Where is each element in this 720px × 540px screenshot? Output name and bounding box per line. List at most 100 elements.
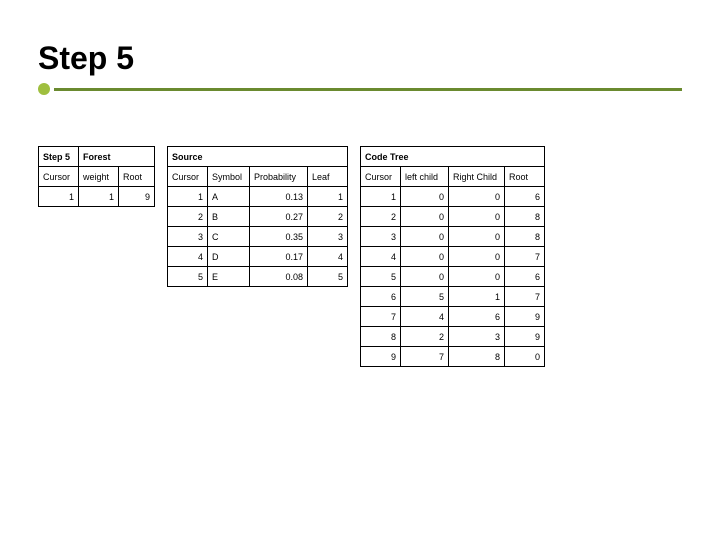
table-row: 7 4 6 9 [361,307,545,327]
table-row: Cursor weight Root [39,167,155,187]
table-row: Step 5 Forest [39,147,155,167]
code-cell: 1 [361,187,401,207]
code-cell: 8 [449,347,505,367]
title-underline [38,83,682,95]
bullet-dot-icon [38,83,50,95]
code-tree-table: Code Tree Cursor left child Right Child … [360,146,545,367]
code-cell: 8 [505,207,545,227]
table-row: 2 B 0.27 2 [168,207,348,227]
code-col-cursor: Cursor [361,167,401,187]
source-cell: 4 [168,247,208,267]
code-section-header: Code Tree [361,147,545,167]
source-cell: E [208,267,250,287]
code-cell: 8 [361,327,401,347]
code-cell: 7 [505,287,545,307]
table-row: 5 0 0 6 [361,267,545,287]
code-cell: 0 [401,187,449,207]
source-cell: 0.08 [250,267,308,287]
source-cell: 3 [308,227,348,247]
code-cell: 3 [361,227,401,247]
forest-cell: 1 [39,187,79,207]
code-cell: 6 [361,287,401,307]
table-row: 3 C 0.35 3 [168,227,348,247]
code-cell: 0 [449,207,505,227]
table-row: 1 0 0 6 [361,187,545,207]
divider-line [54,88,682,91]
code-cell: 0 [449,247,505,267]
code-cell: 7 [361,307,401,327]
table-row: 6 5 1 7 [361,287,545,307]
code-cell: 8 [505,227,545,247]
source-cell: 5 [168,267,208,287]
forest-cell: 1 [79,187,119,207]
source-cell: 1 [308,187,348,207]
table-row: 4 0 0 7 [361,247,545,267]
code-cell: 0 [401,207,449,227]
table-row: Code Tree [361,147,545,167]
forest-col-weight: weight [79,167,119,187]
source-cell: 0.35 [250,227,308,247]
source-cell: 2 [168,207,208,227]
code-cell: 6 [505,267,545,287]
page-title: Step 5 [38,40,682,77]
code-cell: 3 [449,327,505,347]
forest-table: Step 5 Forest Cursor weight Root 1 1 9 [38,146,155,207]
table-row: Cursor Symbol Probability Leaf [168,167,348,187]
code-cell: 4 [361,247,401,267]
code-cell: 9 [361,347,401,367]
code-cell: 1 [449,287,505,307]
code-col-left: left child [401,167,449,187]
code-cell: 0 [401,267,449,287]
table-row: Cursor left child Right Child Root [361,167,545,187]
code-cell: 0 [401,247,449,267]
tables-container: Step 5 Forest Cursor weight Root 1 1 9 S… [38,146,700,367]
code-col-root: Root [505,167,545,187]
source-section-header: Source [168,147,348,167]
code-cell: 7 [401,347,449,367]
code-cell: 0 [449,267,505,287]
forest-cell: 9 [119,187,155,207]
step-label: Step 5 [39,147,79,167]
source-cell: 0.27 [250,207,308,227]
code-cell: 6 [449,307,505,327]
code-cell: 0 [505,347,545,367]
source-col-cursor: Cursor [168,167,208,187]
source-cell: D [208,247,250,267]
code-cell: 6 [505,187,545,207]
code-col-right: Right Child [449,167,505,187]
slide: Step 5 Step 5 Forest Cursor weight Root … [0,0,720,540]
forest-section-header: Forest [79,147,155,167]
source-cell: C [208,227,250,247]
code-cell: 7 [505,247,545,267]
table-row: 5 E 0.08 5 [168,267,348,287]
table-row: 8 2 3 9 [361,327,545,347]
table-row: 4 D 0.17 4 [168,247,348,267]
table-row: 1 A 0.13 1 [168,187,348,207]
code-cell: 2 [401,327,449,347]
code-cell: 9 [505,307,545,327]
code-cell: 5 [361,267,401,287]
source-cell: 1 [168,187,208,207]
code-cell: 4 [401,307,449,327]
code-cell: 0 [449,227,505,247]
source-col-prob: Probability [250,167,308,187]
code-cell: 5 [401,287,449,307]
source-col-symbol: Symbol [208,167,250,187]
table-row: 2 0 0 8 [361,207,545,227]
source-cell: 2 [308,207,348,227]
source-table: Source Cursor Symbol Probability Leaf 1 … [167,146,348,287]
table-row: 1 1 9 [39,187,155,207]
forest-col-root: Root [119,167,155,187]
source-cell: 4 [308,247,348,267]
code-cell: 0 [449,187,505,207]
table-row: Source [168,147,348,167]
source-cell: B [208,207,250,227]
source-col-leaf: Leaf [308,167,348,187]
source-cell: 3 [168,227,208,247]
source-cell: A [208,187,250,207]
table-row: 3 0 0 8 [361,227,545,247]
source-cell: 0.17 [250,247,308,267]
code-cell: 2 [361,207,401,227]
table-row: 9 7 8 0 [361,347,545,367]
source-cell: 0.13 [250,187,308,207]
